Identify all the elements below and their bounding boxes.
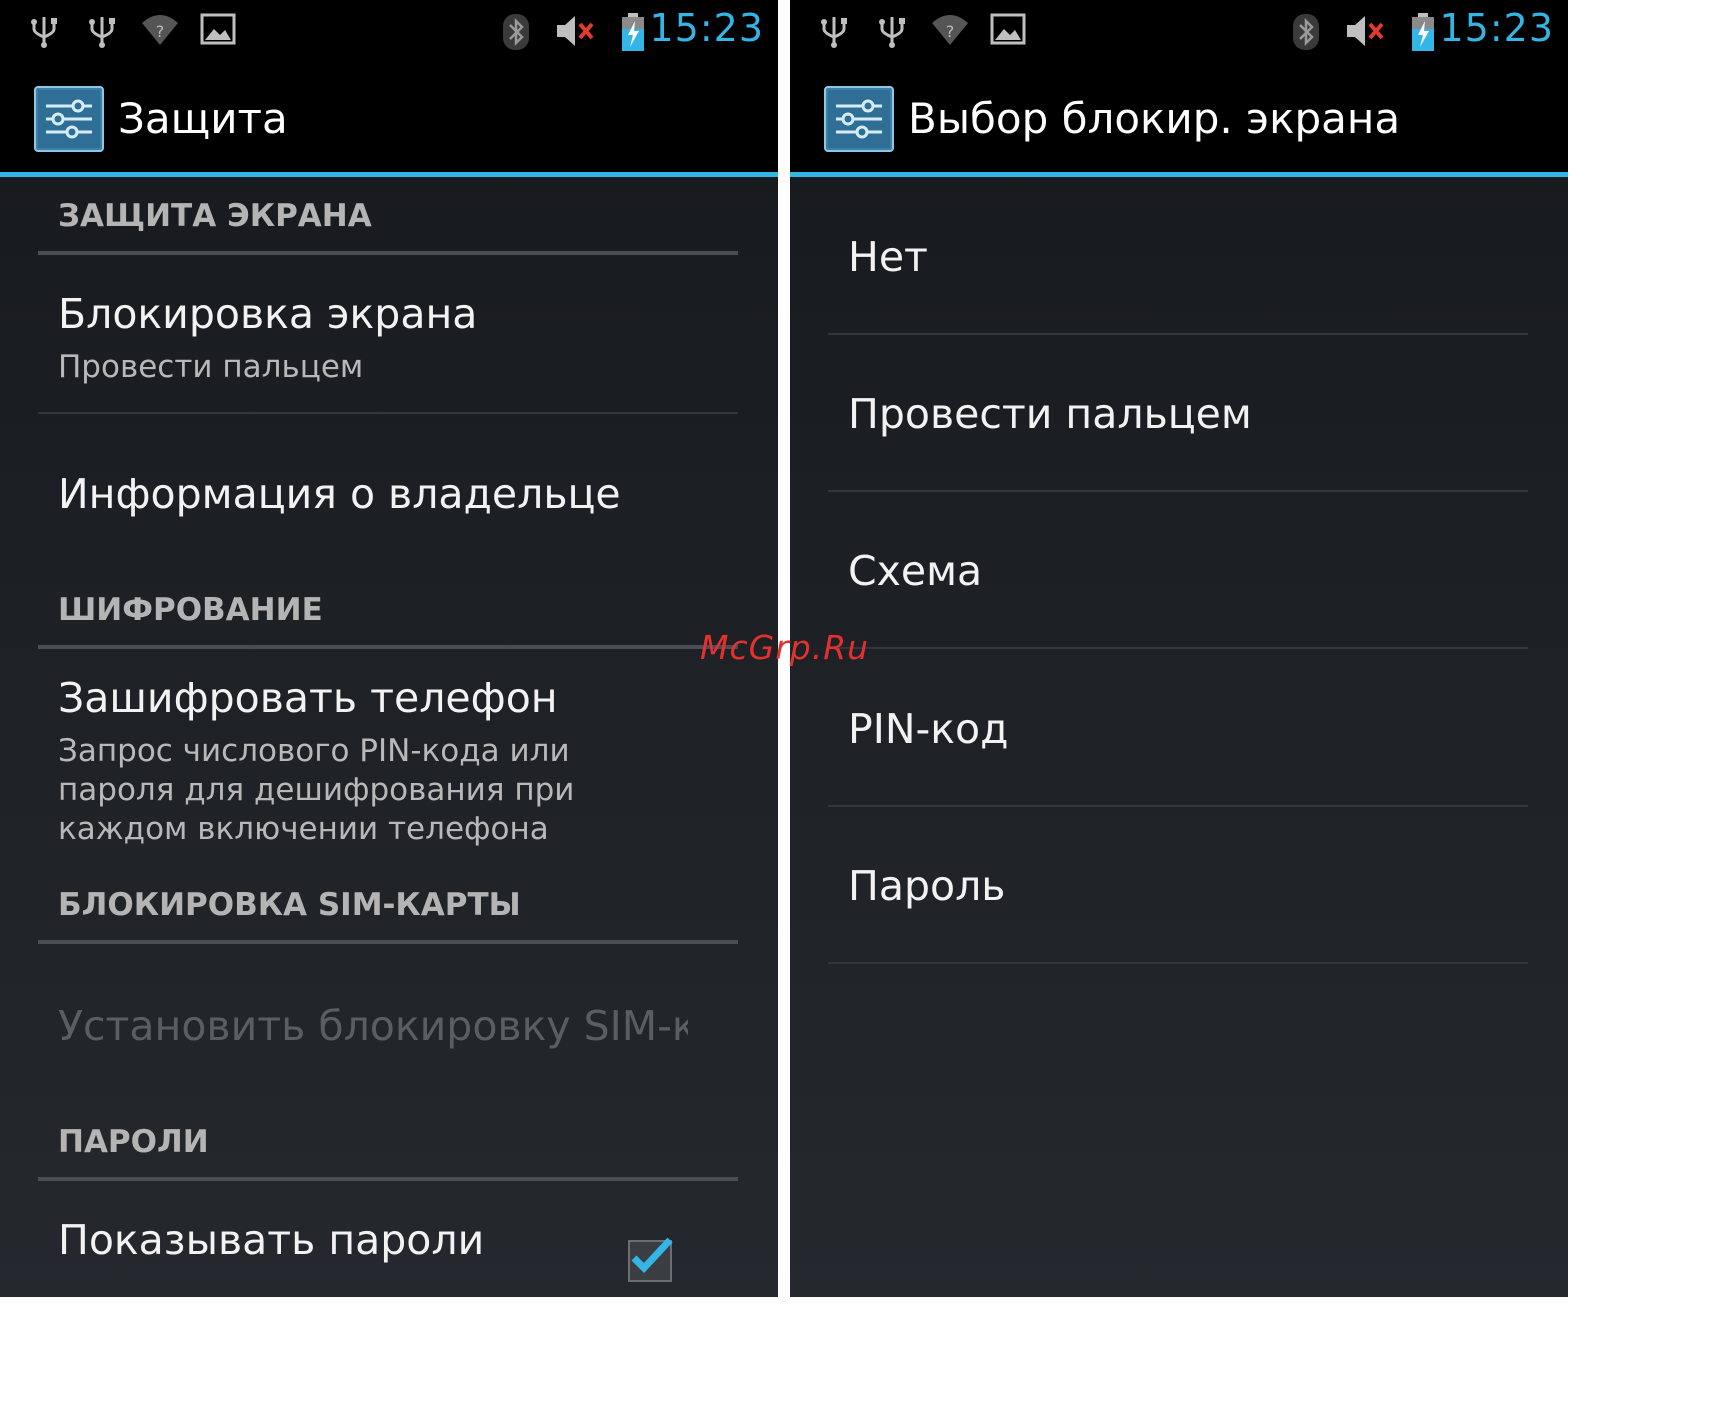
screen-lock-summary: Провести пальцем xyxy=(58,349,364,385)
volume-muted-icon xyxy=(1347,16,1384,46)
item-divider xyxy=(828,333,1528,335)
show-passwords-item[interactable]: Показывать пароли xyxy=(58,1216,484,1264)
encrypt-phone-summary-line: каждом включении телефона xyxy=(58,811,549,847)
wifi-unknown-icon: ? xyxy=(932,15,968,45)
action-bar: Защита xyxy=(0,62,778,177)
bluetooth-icon xyxy=(503,14,529,50)
settings-app-icon[interactable] xyxy=(824,86,894,152)
section-divider xyxy=(38,1177,738,1181)
action-bar-divider xyxy=(790,172,1568,177)
section-divider xyxy=(38,251,738,255)
lock-option-pin[interactable]: PIN-код xyxy=(848,705,1008,753)
action-bar-divider xyxy=(0,172,778,177)
svg-text:?: ? xyxy=(946,22,955,41)
usb-icon xyxy=(89,17,115,48)
item-divider xyxy=(38,412,738,414)
section-header-encryption: ШИФРОВАНИЕ xyxy=(58,592,323,628)
screen-lock-title: Блокировка экрана xyxy=(58,290,478,338)
lock-screen-chooser: ? 15:23 Выбор блокир. экрана Нет Провест… xyxy=(790,0,1568,1297)
checkbox-check-icon xyxy=(631,1237,673,1274)
encrypt-phone-summary-line: пароля для дешифрования при xyxy=(58,772,575,808)
wifi-unknown-icon: ? xyxy=(142,15,178,45)
section-header-passwords: ПАРОЛИ xyxy=(58,1124,209,1160)
security-screen: ? 15:23 Защита ЗАЩИТА ЭКРАНА Блокировка … xyxy=(0,0,778,1297)
item-divider xyxy=(828,962,1528,964)
item-divider xyxy=(828,805,1528,807)
picture-icon xyxy=(990,13,1026,45)
usb-icon xyxy=(31,17,57,48)
picture-icon xyxy=(200,13,236,45)
status-clock: 15:23 xyxy=(649,6,764,50)
lock-option-slide[interactable]: Провести пальцем xyxy=(848,390,1252,438)
sim-lock-item[interactable]: Установить блокировку SIM-к xyxy=(58,1002,688,1050)
show-passwords-checkbox[interactable] xyxy=(628,1237,673,1282)
section-divider xyxy=(38,645,738,649)
lock-option-password[interactable]: Пароль xyxy=(848,862,1005,910)
page-title: Выбор блокир. экрана xyxy=(908,94,1401,143)
section-divider xyxy=(38,940,738,944)
section-header-screen-security: ЗАЩИТА ЭКРАНА xyxy=(58,198,372,234)
usb-icon xyxy=(821,17,847,48)
svg-text:?: ? xyxy=(156,22,165,41)
bluetooth-icon xyxy=(1293,14,1319,50)
lock-option-none[interactable]: Нет xyxy=(848,233,928,281)
usb-icon xyxy=(879,17,905,48)
battery-charging-icon xyxy=(622,13,644,51)
status-clock: 15:23 xyxy=(1439,6,1554,50)
status-bar: ? 15:23 xyxy=(0,0,778,62)
status-bar: ? 15:23 xyxy=(790,0,1568,62)
watermark: McGrp.Ru xyxy=(700,628,870,667)
owner-info-item[interactable]: Информация о владельце xyxy=(58,470,621,518)
item-divider xyxy=(828,647,1528,649)
action-bar: Выбор блокир. экрана xyxy=(790,62,1568,177)
item-divider xyxy=(828,490,1528,492)
page-title: Защита xyxy=(118,94,288,143)
section-header-sim-lock: БЛОКИРОВКА SIM-КАРТЫ xyxy=(58,887,521,923)
encrypt-phone-title: Зашифровать телефон xyxy=(58,674,558,722)
settings-app-icon[interactable] xyxy=(34,86,104,152)
lock-option-pattern[interactable]: Схема xyxy=(848,547,982,595)
battery-charging-icon xyxy=(1412,13,1434,51)
encrypt-phone-summary-line: Запрос числового PIN-кода или xyxy=(58,733,570,769)
volume-muted-icon xyxy=(557,16,594,46)
